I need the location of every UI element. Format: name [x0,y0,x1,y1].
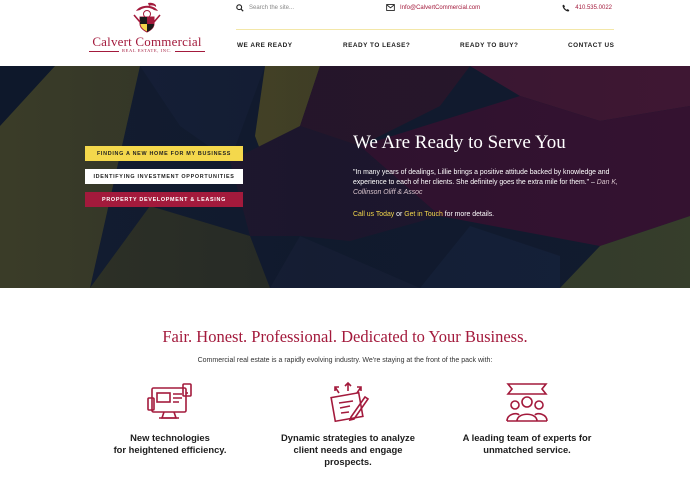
hero-title: We Are Ready to Serve You [353,132,566,153]
cta-separator: or [394,211,405,218]
feature-strategies-text: Dynamic strategies to analyze client nee… [258,432,438,468]
strategy-icon [330,381,370,423]
computer-icon [147,383,192,419]
nav-item-contact-us[interactable]: CONTACT US [568,42,614,49]
envelope-icon [386,4,395,11]
hero-banner: FINDING A NEW HOME FOR MY BUSINESS IDENT… [0,66,690,288]
testimonial-quote: "In many years of dealings, Lillie bring… [353,168,623,198]
search-box[interactable]: Search the site... [236,4,294,12]
main-nav: WE ARE READY READY TO LEASE? READY TO BU… [236,42,614,52]
feature-line: prospects. [324,456,372,467]
investment-opportunities-button[interactable]: IDENTIFYING INVESTMENT OPPORTUNITIES [85,169,243,184]
feature-line: for heightened efficiency. [113,444,227,455]
team-icon [506,383,548,422]
nav-item-ready-to-buy[interactable]: READY TO BUY? [460,42,518,49]
search-input[interactable]: Search the site... [249,5,294,11]
feature-line: client needs and engage [293,444,403,455]
finding-new-home-button[interactable]: FINDING A NEW HOME FOR MY BUSINESS [85,146,243,161]
hero-cta: Call us Today or Get in Touch for more d… [353,211,494,218]
feature-strategies: Dynamic strategies to analyze client nee… [258,381,438,468]
brand-subtitle-text: REAL ESTATE, INC. [122,48,172,53]
phone-icon [562,4,570,12]
rule-right [174,50,205,52]
crest-logo-icon [133,2,161,33]
phone-link[interactable]: 410.535.0022 [562,4,612,12]
phone-number[interactable]: 410.535.0022 [575,5,612,11]
property-development-button[interactable]: PROPERTY DEVELOPMENT & LEASING [85,192,243,207]
call-us-link[interactable]: Call us Today [353,211,394,218]
site-header: Calvert Commercial REAL ESTATE, INC. Sea… [0,0,690,66]
feature-technologies-text: New technologies for heightened efficien… [80,432,260,456]
utility-bar: Search the site... Info@CalvertCommercia… [236,4,614,18]
feature-line: A leading team of experts for [462,432,592,443]
feature-technologies: New technologies for heightened efficien… [80,381,260,456]
brand-logo[interactable]: Calvert Commercial REAL ESTATE, INC. [84,2,210,62]
nav-item-we-are-ready[interactable]: WE ARE READY [237,42,292,49]
feature-line: New technologies [130,432,210,443]
rule-left [89,50,120,52]
feature-line: Dynamic strategies to analyze [281,432,415,443]
feature-team-text: A leading team of experts for unmatched … [437,432,617,456]
feature-line: unmatched service. [483,444,571,455]
quote-text: "In many years of dealings, Lillie bring… [353,169,610,186]
brand-name: Calvert Commercial [92,34,202,49]
header-divider [236,29,614,30]
feature-team: A leading team of experts for unmatched … [437,381,617,456]
cta-tail: for more details. [442,211,495,218]
get-in-touch-link[interactable]: Get in Touch [404,211,443,218]
section-intro: Commercial real estate is a rapidly evol… [197,357,493,364]
email-link[interactable]: Info@CalvertCommercial.com [386,4,480,11]
section-tagline: Fair. Honest. Professional. Dedicated to… [162,327,528,346]
search-icon [236,4,244,12]
email-address[interactable]: Info@CalvertCommercial.com [400,5,480,11]
nav-item-ready-to-lease[interactable]: READY TO LEASE? [343,42,410,49]
